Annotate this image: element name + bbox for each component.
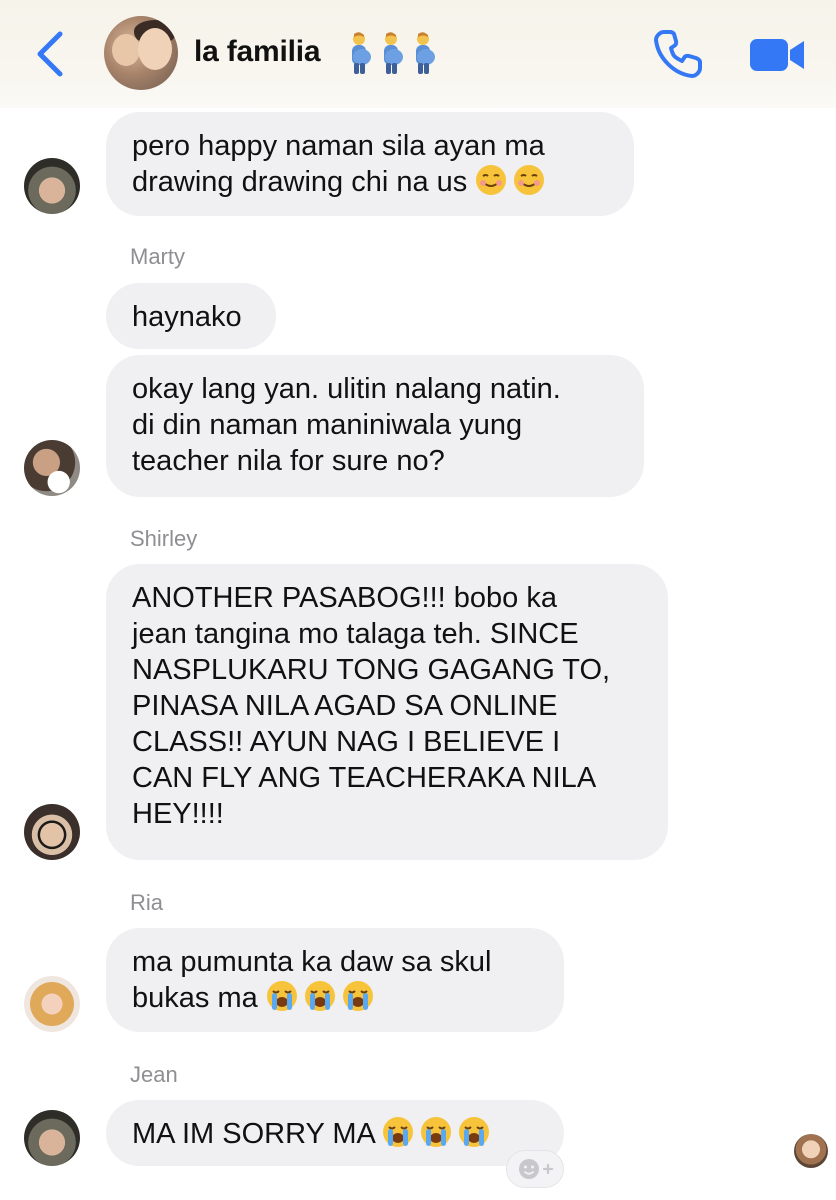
message-line: pero happy naman sila ayan ma	[132, 130, 545, 162]
message-line: HEY!!!!	[132, 798, 224, 830]
seen-avatar	[794, 1134, 828, 1168]
pregnant-man-emoji	[416, 32, 435, 74]
sender-name: Marty	[130, 244, 185, 269]
pregnant-man-emoji	[352, 32, 371, 74]
message-line: ANOTHER PASABOG!!! bobo ka	[132, 582, 557, 614]
pregnant-man-emoji	[384, 32, 403, 74]
message-line: PINASA NILA AGAD SA ONLINE	[132, 690, 558, 722]
sender-name: Jean	[130, 1062, 178, 1087]
avatar[interactable]	[24, 976, 80, 1032]
message-line: haynako	[132, 301, 242, 333]
smiling-face-emoji	[476, 165, 507, 195]
message-bubble[interactable]: MA IM SORRY MA	[106, 1100, 564, 1166]
sender-name: Shirley	[130, 526, 198, 551]
avatar[interactable]	[24, 158, 80, 214]
chevron-left-icon[interactable]	[30, 28, 70, 80]
title-emoji-group	[346, 32, 438, 76]
message-line: jean tangina mo talaga teh. SINCE	[132, 618, 579, 650]
avatar[interactable]	[24, 1110, 80, 1166]
message-line: CAN FLY ANG TEACHERAKA NILA	[132, 762, 597, 794]
loudly-crying-face-emoji	[304, 981, 335, 1011]
message-line: NASPLUKARU TONG GAGANG TO,	[132, 654, 611, 686]
chat-header: la familia	[0, 0, 836, 108]
phone-icon[interactable]	[652, 28, 706, 80]
message-line: okay lang yan. ulitin nalang natin.	[132, 373, 561, 405]
message-bubble[interactable]: pero happy naman sila ayan ma drawing dr…	[106, 112, 634, 216]
group-avatar[interactable]	[104, 16, 178, 90]
chat-title[interactable]: la familia	[194, 35, 321, 69]
message-bubble[interactable]: ma pumunta ka daw sa skul bukas ma	[106, 928, 564, 1032]
loudly-crying-face-emoji	[421, 1117, 452, 1147]
loudly-crying-face-emoji	[266, 981, 297, 1011]
message-line: ma pumunta ka daw sa skul	[132, 946, 492, 978]
loudly-crying-face-emoji	[459, 1117, 490, 1147]
add-reaction-icon	[519, 1159, 554, 1179]
message-line: di din naman maniniwala yung	[132, 409, 523, 441]
loudly-crying-face-emoji	[342, 981, 373, 1011]
avatar[interactable]	[24, 440, 80, 496]
message-bubble[interactable]: okay lang yan. ulitin nalang natin. di d…	[106, 355, 644, 497]
message-line: CLASS!! AYUN NAG I BELIEVE I	[132, 726, 561, 758]
message-line: teacher nila for sure no?	[132, 445, 445, 477]
loudly-crying-face-emoji	[383, 1117, 414, 1147]
add-reaction-button[interactable]	[506, 1150, 564, 1188]
message-line: drawing drawing chi na us	[132, 164, 608, 200]
message-bubble[interactable]: ANOTHER PASABOG!!! bobo ka jean tangina …	[106, 564, 668, 860]
message-line: MA IM SORRY MA	[132, 1116, 538, 1152]
video-camera-icon[interactable]	[748, 36, 806, 74]
smiling-face-emoji	[514, 165, 545, 195]
sender-name: Ria	[130, 890, 164, 915]
message-line: bukas ma	[132, 980, 538, 1016]
message-bubble[interactable]: haynako	[106, 283, 276, 349]
avatar[interactable]	[24, 804, 80, 860]
